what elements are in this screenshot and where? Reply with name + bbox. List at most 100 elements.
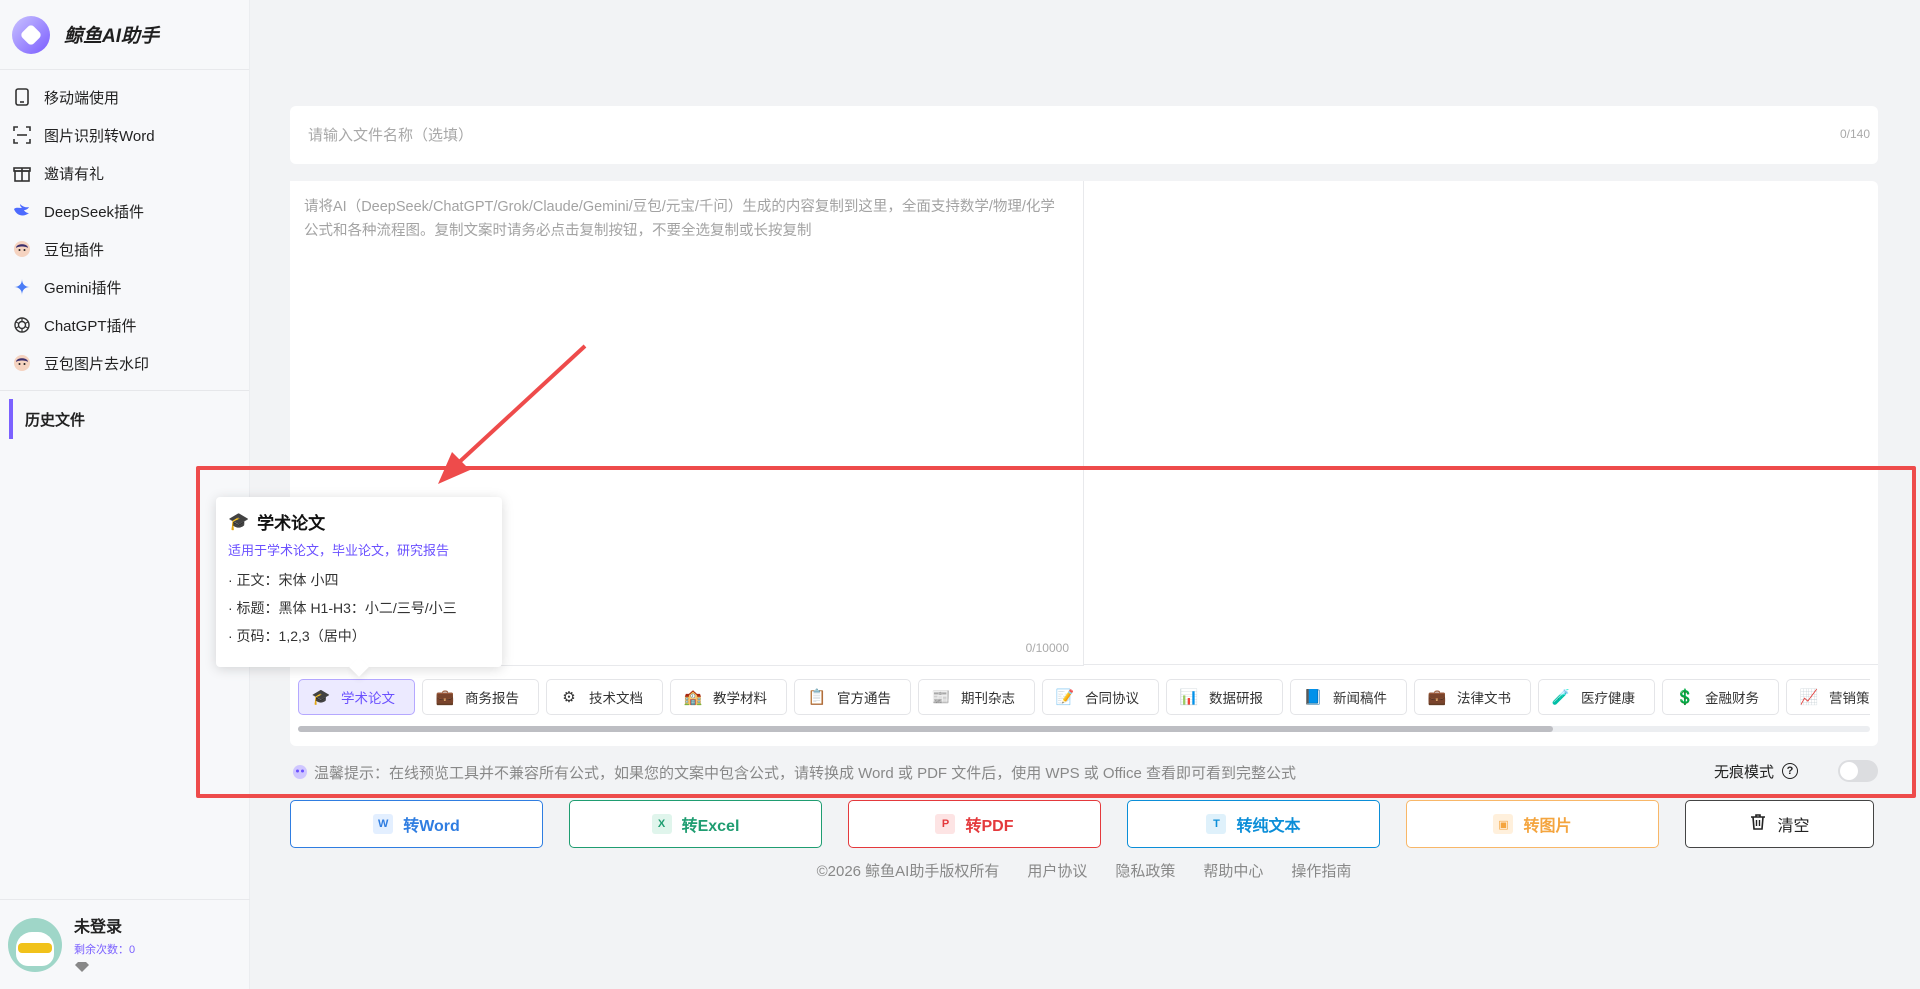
main-area: 0/140 0/10000 🎓学术论文 💼商务报告 ⚙技术文档 🏫教学材料 📋官… (250, 0, 1920, 989)
scrollbar-thumb[interactable] (298, 726, 1553, 732)
trend-chart-icon: 📈 (1799, 689, 1819, 706)
doubao-watermark-icon (12, 353, 32, 373)
template-bar: 🎓 学术论文 💼 商务报告 ⚙ 技术文档 🏫 教学材料 📋 官方通告 📰 期刊杂志 📝 合同协… (298, 679, 1870, 719)
content-char-count: 0/10000 (1025, 641, 1069, 655)
template-tooltip: 🎓 学术论文 适用于学术论文，毕业论文，研究报告 · 正文：宋体 小四 · 标题… (216, 497, 502, 667)
trash-icon (1749, 813, 1767, 836)
phone-icon (12, 87, 32, 107)
clear-button[interactable]: 清空 (1685, 800, 1874, 848)
template-notice[interactable]: 📋 官方通告 (794, 679, 911, 715)
template-medical[interactable]: 🧪 医疗健康 (1538, 679, 1655, 715)
pdf-icon: P (935, 814, 956, 834)
robot-icon (290, 762, 310, 782)
image-icon: ▣ (1493, 814, 1514, 834)
tooltip-line: · 正文：宋体 小四 (228, 572, 339, 588)
footer-copyright: ©2026 鲸鱼AI助手版权所有 (816, 863, 1000, 880)
brand-name: 鲸鱼AI助手 (64, 26, 160, 47)
editor-panel: 0/10000 🎓学术论文 💼商务报告 ⚙技术文档 🏫教学材料 📋官方通告 📰期… (290, 181, 1878, 746)
template-legal[interactable]: 💼 法律文书 (1414, 679, 1531, 715)
footer-link-privacy[interactable]: 隐私政策 (1115, 860, 1175, 881)
sidebar-item-gemini[interactable]: Gemini插件 (0, 268, 249, 306)
doubao-icon (12, 239, 32, 259)
avatar[interactable] (8, 917, 62, 972)
preview-pane (1084, 181, 1878, 665)
sidebar-item-label: 移动端使用 (44, 89, 120, 107)
flask-icon: 🧪 (1551, 689, 1571, 706)
graduation-cap-icon: 🎓 (311, 689, 331, 706)
news-icon: 📘 (1303, 689, 1323, 706)
brand-logo[interactable]: 鲸鱼AI助手 (0, 0, 249, 70)
filename-input[interactable] (290, 106, 1878, 164)
sidebar-item-label: 邀请有礼 (44, 165, 105, 183)
sidebar-item-label: 豆包图片去水印 (44, 355, 150, 373)
sidebar-item-chatgpt[interactable]: ChatGPT插件 (0, 306, 249, 344)
footer: ©2026 鲸鱼AI助手版权所有 用户协议 隐私政策 帮助中心 操作指南 (290, 860, 1878, 881)
template-tech[interactable]: ⚙ 技术文档 (546, 679, 663, 715)
template-scrollbar[interactable] (298, 726, 1870, 732)
whale-logo-icon (12, 15, 50, 54)
incognito-control: 无痕模式 ? (1714, 760, 1878, 782)
filename-char-count: 0/140 (1839, 127, 1870, 141)
footer-link-guide[interactable]: 操作指南 (1291, 860, 1351, 881)
sidebar-item-doubao-watermark[interactable]: 豆包图片去水印 (0, 344, 249, 382)
remaining-count: 剩余次数：0 (74, 944, 136, 956)
help-icon[interactable]: ? (1782, 763, 1798, 779)
template-finance[interactable]: 💲 金融财务 (1662, 679, 1779, 715)
excel-icon: X (651, 814, 672, 834)
notice-icon: 📋 (807, 689, 827, 706)
incognito-toggle[interactable] (1838, 760, 1878, 782)
sidebar: 鲸鱼AI助手 移动端使用 图片识别转Word 邀请有礼 DeepSeek插件 豆… (0, 0, 250, 989)
sidebar-divider (0, 390, 249, 391)
template-news[interactable]: 📘 新闻稿件 (1290, 679, 1407, 715)
sidebar-item-label: ChatGPT插件 (44, 317, 137, 335)
tooltip-title: 学术论文 (257, 514, 326, 533)
template-business[interactable]: 💼 商务报告 (422, 679, 539, 715)
diamond-icon (74, 961, 135, 976)
scan-icon (12, 125, 32, 145)
template-academic[interactable]: 🎓 学术论文 (298, 679, 415, 715)
tooltip-line: · 页码：1,2,3（居中） (228, 628, 366, 644)
sidebar-item-image-to-word[interactable]: 图片识别转Word (0, 116, 249, 154)
tooltip-line: · 标题：黑体 H1-H3：小二/三号/小三 (228, 600, 457, 616)
user-info: 未登录 剩余次数：0 (74, 913, 135, 976)
convert-image-button[interactable]: ▣ 转图片 (1406, 800, 1659, 848)
text-icon: T (1206, 814, 1227, 834)
graduation-cap-icon: 🎓 (228, 511, 250, 531)
gift-icon (12, 163, 32, 183)
template-marketing[interactable]: 📈 营销策 (1786, 679, 1870, 715)
briefcase-icon: 💼 (435, 689, 455, 706)
sidebar-item-label: 图片识别转Word (44, 127, 155, 145)
template-data-report[interactable]: 📊 数据研报 (1166, 679, 1283, 715)
hint-text: 温馨提示：在线预览工具并不兼容所有公式，如果您的文案中包含公式，请转换成 Wor… (314, 764, 1296, 782)
hint-row: 温馨提示：在线预览工具并不兼容所有公式，如果您的文案中包含公式，请转换成 Wor… (290, 760, 1878, 784)
template-teaching[interactable]: 🏫 教学材料 (670, 679, 787, 715)
school-icon: 🏫 (683, 689, 703, 706)
convert-pdf-button[interactable]: P 转PDF (848, 800, 1101, 848)
convert-word-button[interactable]: W 转Word (290, 800, 543, 848)
nodes-icon: ⚙ (562, 689, 576, 706)
sidebar-item-doubao[interactable]: 豆包插件 (0, 230, 249, 268)
sidebar-item-invite[interactable]: 邀请有礼 (0, 154, 249, 192)
user-name: 未登录 (74, 919, 123, 936)
sidebar-item-history[interactable]: 历史文件 (9, 399, 249, 439)
journal-icon: 📰 (931, 689, 951, 706)
sidebar-item-label: DeepSeek插件 (44, 203, 145, 221)
footer-link-terms[interactable]: 用户协议 (1027, 860, 1087, 881)
sidebar-item-mobile[interactable]: 移动端使用 (0, 78, 249, 116)
template-journal[interactable]: 📰 期刊杂志 (918, 679, 1035, 715)
gemini-icon (12, 277, 32, 297)
deepseek-icon (12, 201, 32, 221)
word-icon: W (373, 814, 394, 834)
sidebar-item-label: 豆包插件 (44, 241, 105, 259)
convert-text-button[interactable]: T 转纯文本 (1127, 800, 1380, 848)
money-icon: 💲 (1675, 689, 1695, 706)
legal-briefcase-icon: 💼 (1427, 689, 1447, 706)
footer-link-help[interactable]: 帮助中心 (1203, 860, 1263, 881)
sidebar-item-label: Gemini插件 (44, 279, 122, 297)
template-contract[interactable]: 📝 合同协议 (1042, 679, 1159, 715)
incognito-label: 无痕模式 (1713, 763, 1774, 781)
sidebar-item-deepseek[interactable]: DeepSeek插件 (0, 192, 249, 230)
user-panel[interactable]: 未登录 剩余次数：0 (0, 899, 250, 989)
convert-excel-button[interactable]: X 转Excel (569, 800, 822, 848)
action-bar: W 转Word X 转Excel P 转PDF T 转纯文本 ▣ 转图片 清空 (290, 800, 1878, 848)
